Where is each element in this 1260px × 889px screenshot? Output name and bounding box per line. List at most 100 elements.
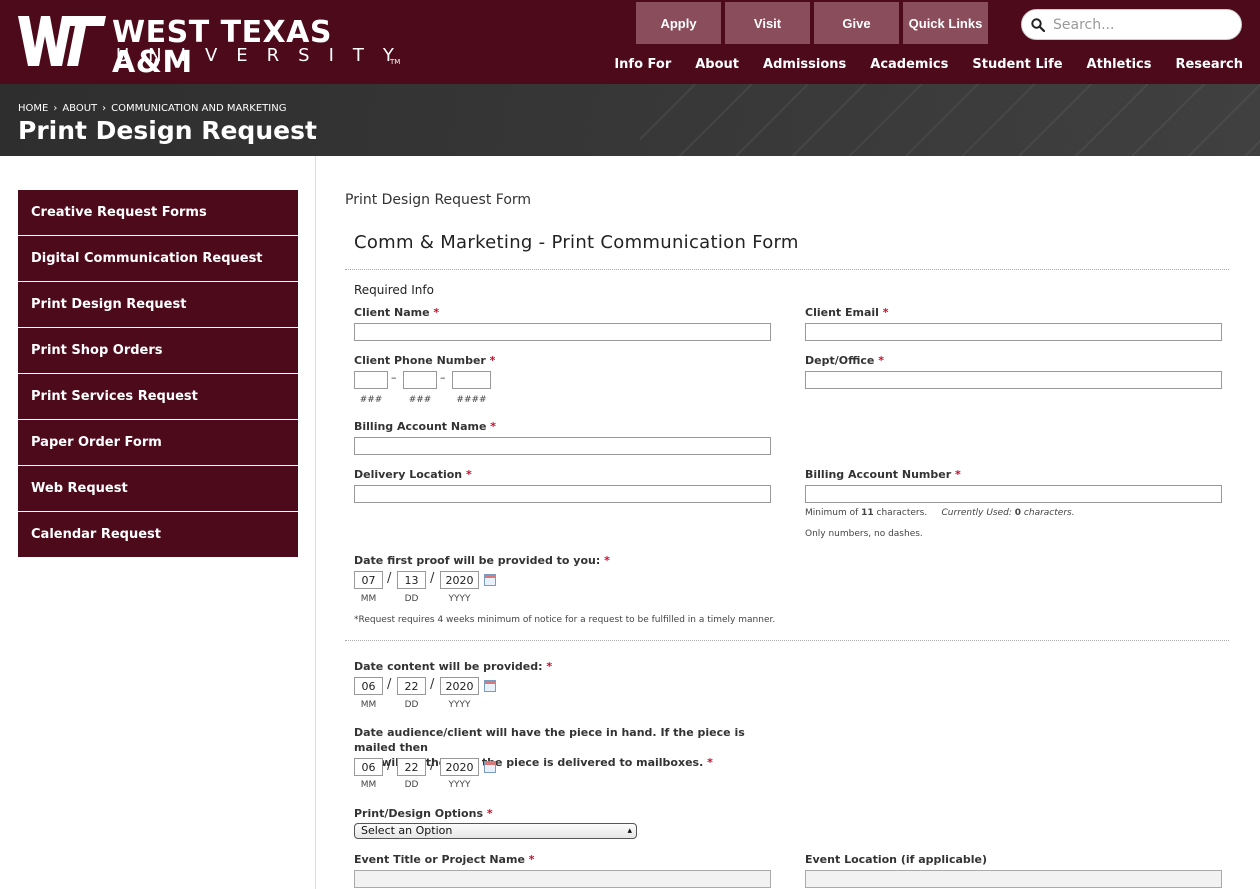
sidebar-item-print-design-request[interactable]: Print Design Request [18,282,298,328]
phone-line-hint: #### [456,395,487,405]
wt-logo-icon [18,16,106,66]
sidebar-item-creative-request-forms[interactable]: Creative Request Forms [18,190,298,236]
month-hint: MM [360,594,377,604]
logo-trademark: TM [390,58,401,66]
billing-account-number-field[interactable] [805,485,1222,503]
billing-format-note: Only numbers, no dashes. [805,529,923,539]
billing-length-note: Minimum of 11 characters. Currently Used… [805,508,1075,518]
phone-prefix-field[interactable] [403,371,437,389]
nav-academics[interactable]: Academics [870,57,948,72]
content-day-field[interactable]: 22 [397,677,426,695]
main-nav: Info For About Admissions Academics Stud… [590,57,1243,72]
chevron-right-icon: › [102,103,107,114]
page-title: Print Design Request [18,116,317,145]
day-hint: DD [404,780,419,790]
calendar-icon[interactable] [484,761,496,773]
date-separator: / [387,758,392,773]
search-input[interactable] [1053,16,1213,33]
client-name-field[interactable] [354,323,771,341]
date-separator: / [430,677,435,692]
year-hint: YYYY [448,780,471,790]
breadcrumb-about[interactable]: ABOUT [62,103,97,114]
audience-year-field[interactable]: 2020 [440,758,479,776]
dept-office-label: Dept/Office * [805,354,884,367]
client-name-label: Client Name * [354,306,440,319]
nav-admissions[interactable]: Admissions [763,57,846,72]
sidebar-nav: Creative Request Forms Digital Communica… [18,190,298,558]
client-email-field[interactable] [805,323,1222,341]
nav-research[interactable]: Research [1175,57,1243,72]
billing-account-name-field[interactable] [354,437,771,455]
month-hint: MM [360,780,377,790]
delivery-location-label: Delivery Location * [354,468,472,481]
day-hint: DD [404,594,419,604]
options-select[interactable]: Select an Option ▴ [354,823,637,839]
give-button[interactable]: Give [814,2,899,44]
billing-account-number-label: Billing Account Number * [805,468,961,481]
client-email-label: Client Email * [805,306,889,319]
logo-subtitle: UNIVERSITY [116,45,413,66]
content-month-field[interactable]: 06 [354,677,383,695]
event-location-field[interactable] [805,870,1222,888]
sidebar-item-digital-communication-request[interactable]: Digital Communication Request [18,236,298,282]
content-date-label: Date content will be provided: * [354,660,553,673]
proof-day-field[interactable]: 13 [397,571,426,589]
breadcrumb-home[interactable]: HOME [18,103,48,114]
date-separator: / [387,677,392,692]
section-divider [345,269,1229,270]
phone-separator: – [440,371,446,384]
chevron-right-icon: › [53,103,58,114]
select-arrows-icon: ▴ [627,826,632,836]
month-hint: MM [360,700,377,710]
form-caption: Print Design Request Form [345,192,532,208]
nav-athletics[interactable]: Athletics [1087,57,1152,72]
date-separator: / [430,571,435,586]
calendar-icon[interactable] [484,574,496,586]
form-title: Comm & Marketing - Print Communication F… [354,232,799,253]
year-hint: YYYY [448,594,471,604]
university-logo[interactable]: WEST TEXAS A&M UNIVERSITY TM [18,14,408,78]
breadcrumb: HOME › ABOUT › COMMUNICATION AND MARKETI… [18,103,286,114]
section-heading: Required Info [354,283,434,297]
sidebar-item-calendar-request[interactable]: Calendar Request [18,512,298,558]
hero-decoration [640,84,1260,156]
event-title-field[interactable] [354,870,771,888]
phone-prefix-hint: ### [408,395,432,405]
breadcrumb-comm-marketing[interactable]: COMMUNICATION AND MARKETING [111,103,286,114]
apply-button[interactable]: Apply [636,2,721,44]
calendar-icon[interactable] [484,680,496,692]
proof-month-field[interactable]: 07 [354,571,383,589]
phone-area-field[interactable] [354,371,388,389]
page-hero: HOME › ABOUT › COMMUNICATION AND MARKETI… [0,84,1260,156]
billing-account-name-label: Billing Account Name * [354,420,497,433]
proof-year-field[interactable]: 2020 [440,571,479,589]
quick-links-button[interactable]: Quick Links [903,2,988,44]
quick-buttons: Apply Visit Give Quick Links [636,2,988,44]
sidebar-item-print-shop-orders[interactable]: Print Shop Orders [18,328,298,374]
phone-line-field[interactable] [452,371,491,389]
proof-date-label: Date first proof will be provided to you… [354,554,610,567]
sidebar-item-paper-order-form[interactable]: Paper Order Form [18,420,298,466]
notice-text: *Request requires 4 weeks minimum of not… [354,615,776,625]
date-separator: / [387,571,392,586]
top-header: WEST TEXAS A&M UNIVERSITY TM Apply Visit… [0,0,1260,84]
event-title-label: Event Title or Project Name * [354,853,535,866]
nav-info-for[interactable]: Info For [614,57,671,72]
dept-office-field[interactable] [805,371,1222,389]
content-divider [315,156,316,889]
sidebar-item-print-services-request[interactable]: Print Services Request [18,374,298,420]
client-phone-label: Client Phone Number * [354,354,496,367]
audience-month-field[interactable]: 06 [354,758,383,776]
day-hint: DD [404,700,419,710]
sidebar-item-web-request[interactable]: Web Request [18,466,298,512]
phone-area-hint: ### [359,395,383,405]
nav-about[interactable]: About [695,57,739,72]
delivery-location-field[interactable] [354,485,771,503]
visit-button[interactable]: Visit [725,2,810,44]
event-location-label: Event Location (if applicable) [805,853,988,866]
content-year-field[interactable]: 2020 [440,677,479,695]
search-box[interactable] [1021,9,1242,40]
audience-day-field[interactable]: 22 [397,758,426,776]
nav-student-life[interactable]: Student Life [972,57,1062,72]
section-divider [345,640,1229,641]
